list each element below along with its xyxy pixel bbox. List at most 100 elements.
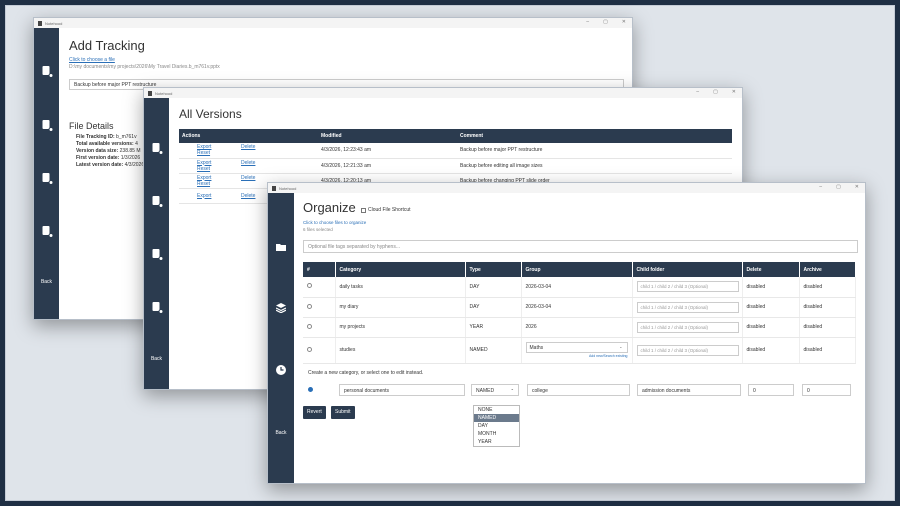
- folder-icon[interactable]: [276, 243, 286, 251]
- reset-link[interactable]: Reset: [197, 181, 227, 187]
- sidebar: Back: [268, 193, 294, 483]
- row-radio[interactable]: [307, 303, 312, 309]
- back-button[interactable]: Back: [268, 430, 294, 436]
- tags-input[interactable]: Optional file tags separated by hyphens.…: [303, 240, 858, 253]
- column-header: Delete: [742, 262, 800, 277]
- delete-cell: disabled: [742, 317, 800, 338]
- export-link[interactable]: Export: [197, 193, 227, 199]
- minimize-button[interactable]: –: [586, 19, 589, 25]
- new-delete-input[interactable]: 0: [748, 384, 794, 396]
- chevron-down-icon: ⌄: [619, 344, 623, 349]
- type-select[interactable]: NAMED ⌄: [471, 384, 519, 396]
- type-cell: YEAR: [465, 317, 522, 338]
- cloud-shortcut-checkbox[interactable]: Cloud File Shortcut: [361, 207, 411, 213]
- clock-icon[interactable]: [276, 365, 286, 375]
- column-header: Child folder: [632, 262, 743, 277]
- add-group-link[interactable]: Add new/Search existing: [526, 354, 628, 358]
- reset-link[interactable]: Reset: [197, 150, 227, 156]
- delete-link[interactable]: Delete: [241, 144, 271, 150]
- choose-files-link[interactable]: Click to choose files to organize: [303, 220, 366, 225]
- file-history-icon[interactable]: [152, 249, 163, 261]
- child-folder-input[interactable]: child 1 / child 2 / child 3 (Optional): [636, 281, 739, 293]
- table-row: Export DeleteReset 4/3/2026, 12:23:43 am …: [179, 143, 732, 159]
- comment-cell: Backup before editing all image sizes: [457, 158, 732, 174]
- new-child-input[interactable]: admission documents: [637, 384, 741, 396]
- detail-row: Total available versions: 4: [76, 141, 138, 147]
- table-row: studies NAMED Maths ⌄ Add new/Search exis…: [303, 337, 856, 364]
- new-row-radio[interactable]: [308, 387, 313, 392]
- row-radio[interactable]: [307, 346, 312, 352]
- type-option[interactable]: DAY: [474, 422, 519, 430]
- column-header: Category: [335, 262, 466, 277]
- delete-link[interactable]: Delete: [241, 160, 271, 166]
- checkbox-box[interactable]: [361, 207, 366, 213]
- app-icon: [148, 90, 152, 96]
- file-history-icon[interactable]: [42, 173, 53, 185]
- file-info-icon[interactable]: [152, 196, 163, 208]
- categories-table: # Category Type Group Child folder Delet…: [303, 262, 856, 364]
- row-radio[interactable]: [307, 323, 312, 329]
- detail-row: Latest version date: 4/3/2026: [76, 162, 145, 168]
- column-header: Modified: [318, 129, 457, 143]
- maximize-button[interactable]: ▢: [836, 184, 841, 190]
- comment-cell: Backup before major PPT restructure: [457, 143, 732, 159]
- modified-cell: 4/3/2026, 12:23:43 am: [318, 143, 457, 159]
- organize-window: Notehood – ▢ ✕ Back Organize Cloud File …: [267, 182, 866, 484]
- row-radio[interactable]: [307, 283, 312, 289]
- archive-cell: disabled: [799, 317, 856, 338]
- file-add-icon[interactable]: [42, 66, 53, 78]
- group-cell: 2026-03-04: [521, 277, 633, 298]
- reset-link[interactable]: Reset: [197, 166, 227, 172]
- archive-cell: disabled: [799, 277, 856, 298]
- archive-cell: disabled: [799, 337, 856, 364]
- file-info-icon[interactable]: [42, 120, 53, 132]
- group-select[interactable]: Maths ⌄: [525, 342, 628, 353]
- type-cell: NAMED: [465, 337, 522, 364]
- submit-button[interactable]: Submit: [331, 406, 355, 419]
- minimize-button[interactable]: –: [819, 184, 822, 190]
- close-button[interactable]: ✕: [855, 184, 859, 190]
- back-button[interactable]: Back: [144, 356, 169, 362]
- new-archive-input[interactable]: 0: [802, 384, 851, 396]
- table-row: Export DeleteReset 4/3/2026, 12:21:33 am …: [179, 158, 732, 174]
- detail-row: File Tracking ID: b_m761v: [76, 134, 137, 140]
- type-cell: DAY: [465, 277, 522, 298]
- child-folder-input[interactable]: child 1 / child 2 / child 3 (Optional): [636, 344, 739, 356]
- maximize-button[interactable]: ▢: [713, 89, 718, 95]
- back-button[interactable]: Back: [34, 279, 59, 285]
- file-path: D:\my documents\my projects\2026\My Trav…: [69, 64, 220, 70]
- detail-row: Version data size: 238.85 M: [76, 148, 141, 154]
- file-add-icon[interactable]: [152, 143, 163, 155]
- new-group-input[interactable]: college: [527, 384, 630, 396]
- type-option-selected[interactable]: NAMED: [474, 414, 519, 422]
- archive-cell: disabled: [799, 297, 856, 318]
- minimize-button[interactable]: –: [696, 89, 699, 95]
- file-settings-icon[interactable]: [152, 302, 163, 314]
- checkbox-label: Cloud File Shortcut: [368, 207, 411, 213]
- type-option[interactable]: YEAR: [474, 438, 519, 446]
- column-header: #: [303, 262, 336, 277]
- type-option[interactable]: MONTH: [474, 430, 519, 438]
- close-button[interactable]: ✕: [732, 89, 736, 95]
- modified-cell: 4/3/2026, 12:21:33 am: [318, 158, 457, 174]
- delete-link[interactable]: Delete: [241, 175, 271, 181]
- new-category-row: personal documents NAMED ⌄ college admiss…: [303, 382, 856, 398]
- chevron-down-icon: ⌄: [510, 386, 514, 391]
- category-cell: daily tasks: [335, 277, 466, 298]
- choose-file-link[interactable]: Click to choose a file: [69, 57, 115, 63]
- title-bar: Notehood – ▢ ✕: [144, 88, 742, 98]
- new-category-input[interactable]: personal documents: [339, 384, 465, 396]
- page-title: All Versions: [179, 107, 242, 121]
- revert-button[interactable]: Revert: [303, 406, 326, 419]
- type-option[interactable]: NONE: [474, 406, 519, 414]
- group-cell: 2026-03-04: [521, 297, 633, 318]
- close-button[interactable]: ✕: [622, 19, 626, 25]
- maximize-button[interactable]: ▢: [603, 19, 608, 25]
- child-folder-input[interactable]: child 1 / child 2 / child 3 (Optional): [636, 321, 739, 333]
- sidebar: Back: [34, 28, 59, 319]
- layers-icon[interactable]: [276, 303, 286, 313]
- detail-row: First version date: 1/3/2026: [76, 155, 141, 161]
- child-folder-input[interactable]: child 1 / child 2 / child 3 (Optional): [636, 301, 739, 313]
- category-cell: studies: [335, 337, 466, 364]
- file-settings-icon[interactable]: [42, 226, 53, 238]
